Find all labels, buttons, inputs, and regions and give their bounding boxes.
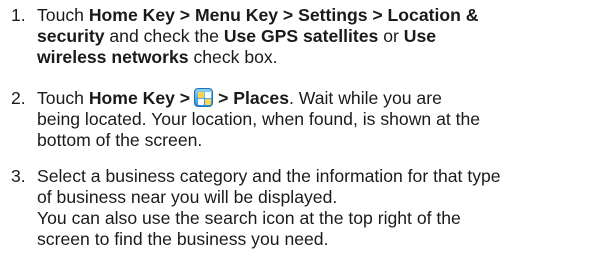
step-number: 2.: [11, 88, 26, 108]
bold-text: wireless networks: [37, 47, 189, 67]
text-line: Touch Home Key > Menu Key > Settings > L…: [37, 5, 597, 26]
step-text: Touch Home Key > > Places. Wait while you…: [37, 88, 597, 151]
text-line: Touch Home Key > > Places. Wait while you…: [37, 88, 597, 109]
text-run: or: [378, 26, 404, 46]
instructions-document: 1. Touch Home Key > Menu Key > Settings …: [0, 0, 599, 271]
text-run: and check the: [104, 26, 224, 46]
text-line: bottom of the screen.: [37, 130, 203, 150]
step-number: 1.: [11, 5, 26, 25]
text-line: wireless networks check box.: [37, 47, 597, 68]
text-run: Touch: [37, 5, 89, 25]
text-line: screen to find the business you need.: [37, 229, 329, 249]
bold-text: security: [37, 26, 105, 46]
bold-text: Home Key >: [88, 88, 191, 108]
bold-text: Use: [403, 26, 437, 46]
bold-text: > Places: [218, 88, 289, 108]
text-line: You can also use the search icon at the …: [37, 208, 461, 228]
text-line: of business near you will be displayed.: [37, 187, 338, 207]
text-run: check box.: [188, 47, 278, 67]
step-text: Select a business category and the infor…: [37, 166, 597, 250]
text-line: Select a business category and the infor…: [37, 166, 501, 186]
text-line: being located. Your location, when found…: [37, 109, 481, 129]
bold-text: Use GPS satellites: [223, 26, 379, 46]
app-launcher-icon: [194, 88, 214, 107]
text-run: Touch: [37, 88, 89, 108]
step-number: 3.: [11, 166, 26, 186]
text-run: . Wait while you are: [289, 88, 442, 108]
bold-text: Home Key > Menu Key > Settings > Locatio…: [88, 5, 479, 25]
text-line: security and check the Use GPS satellite…: [37, 26, 597, 47]
step-text: Touch Home Key > Menu Key > Settings > L…: [37, 5, 597, 68]
